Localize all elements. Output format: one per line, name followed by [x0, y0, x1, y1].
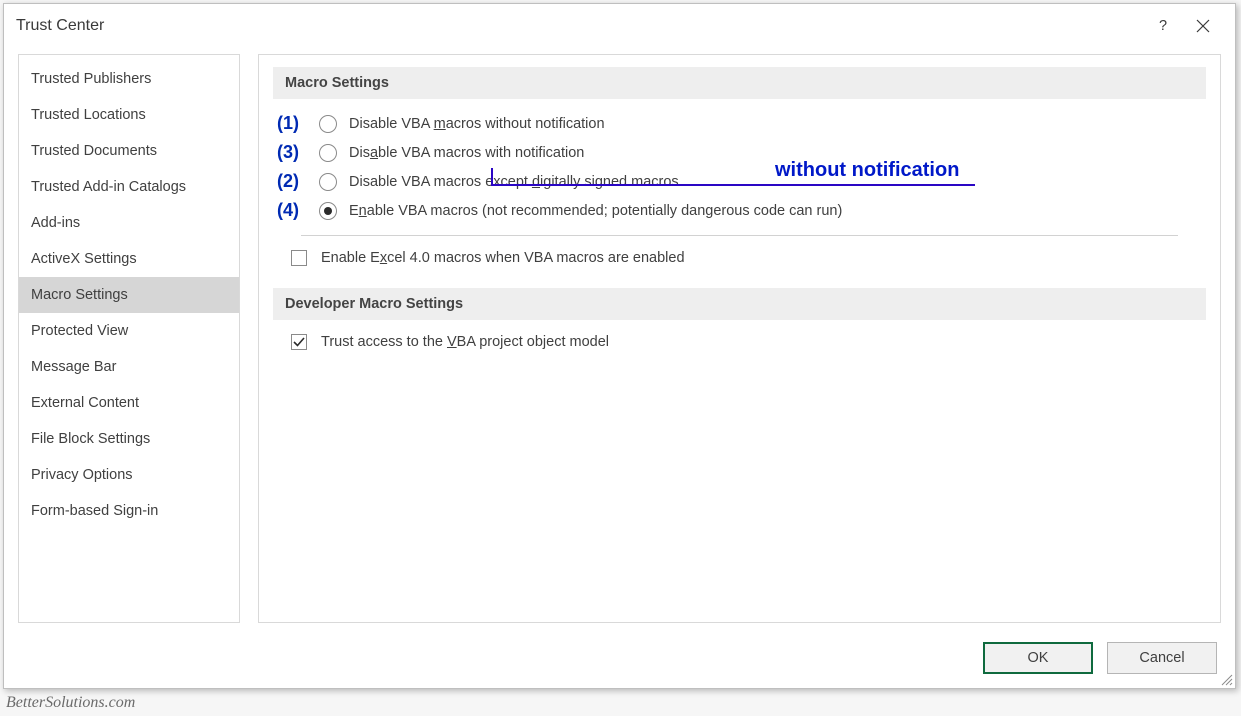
close-icon — [1196, 19, 1210, 33]
help-button[interactable]: ? — [1143, 4, 1183, 48]
sidebar: Trusted Publishers Trusted Locations Tru… — [18, 54, 240, 623]
macro-option-1-label: Disable VBA macros without notification — [349, 116, 605, 132]
sidebar-item-trusted-publishers[interactable]: Trusted Publishers — [19, 61, 239, 97]
titlebar: Trust Center ? — [4, 4, 1235, 48]
macro-option-4-radio[interactable] — [319, 202, 337, 220]
excel4-checkbox[interactable] — [291, 250, 307, 266]
annotation-number-4: (4) — [277, 200, 307, 221]
dialog-footer: OK Cancel — [983, 642, 1217, 674]
trust-center-dialog: Trust Center ? Trusted Publishers Truste… — [3, 3, 1236, 689]
trust-vba-row: Trust access to the VBA project object m… — [291, 334, 1206, 350]
separator — [301, 235, 1178, 236]
resize-grip[interactable] — [1219, 672, 1233, 686]
close-button[interactable] — [1183, 4, 1223, 48]
watermark: BetterSolutions.com — [6, 694, 135, 712]
developer-macro-settings-header: Developer Macro Settings — [273, 288, 1206, 320]
annotation-number-3: (3) — [277, 142, 307, 163]
sidebar-item-macro-settings[interactable]: Macro Settings — [19, 277, 239, 313]
annotation-callout-line — [491, 168, 975, 186]
macro-option-2-row: (3) Disable VBA macros with notification — [277, 142, 1206, 163]
sidebar-item-trusted-addin-catalogs[interactable]: Trusted Add-in Catalogs — [19, 169, 239, 205]
sidebar-item-message-bar[interactable]: Message Bar — [19, 349, 239, 385]
sidebar-item-trusted-locations[interactable]: Trusted Locations — [19, 97, 239, 133]
macro-option-1-radio[interactable] — [319, 115, 337, 133]
trust-vba-label: Trust access to the VBA project object m… — [321, 334, 609, 350]
check-icon — [293, 336, 305, 348]
sidebar-item-form-based-signin[interactable]: Form-based Sign-in — [19, 493, 239, 529]
sidebar-item-trusted-documents[interactable]: Trusted Documents — [19, 133, 239, 169]
content-panel: Macro Settings (1) Disable VBA macros wi… — [258, 54, 1221, 623]
sidebar-item-add-ins[interactable]: Add-ins — [19, 205, 239, 241]
macro-option-3-radio[interactable] — [319, 173, 337, 191]
ok-button[interactable]: OK — [983, 642, 1093, 674]
sidebar-item-protected-view[interactable]: Protected View — [19, 313, 239, 349]
sidebar-item-privacy-options[interactable]: Privacy Options — [19, 457, 239, 493]
macro-option-2-label: Disable VBA macros with notification — [349, 145, 584, 161]
cancel-button[interactable]: Cancel — [1107, 642, 1217, 674]
macro-option-1-row: (1) Disable VBA macros without notificat… — [277, 113, 1206, 134]
macro-settings-header: Macro Settings — [273, 67, 1206, 99]
resize-grip-icon — [1219, 672, 1233, 686]
excel4-row: Enable Excel 4.0 macros when VBA macros … — [291, 250, 1206, 266]
macro-option-4-row: (4) Enable VBA macros (not recommended; … — [277, 200, 1206, 221]
sidebar-item-activex-settings[interactable]: ActiveX Settings — [19, 241, 239, 277]
trust-vba-checkbox[interactable] — [291, 334, 307, 350]
dialog-body: Trusted Publishers Trusted Locations Tru… — [4, 48, 1235, 623]
annotation-number-2: (2) — [277, 171, 307, 192]
macro-option-4-label: Enable VBA macros (not recommended; pote… — [349, 203, 842, 219]
window-title: Trust Center — [16, 17, 1143, 35]
macro-option-2-radio[interactable] — [319, 144, 337, 162]
annotation-number-1: (1) — [277, 113, 307, 134]
sidebar-item-external-content[interactable]: External Content — [19, 385, 239, 421]
excel4-label: Enable Excel 4.0 macros when VBA macros … — [321, 250, 685, 266]
sidebar-item-file-block-settings[interactable]: File Block Settings — [19, 421, 239, 457]
